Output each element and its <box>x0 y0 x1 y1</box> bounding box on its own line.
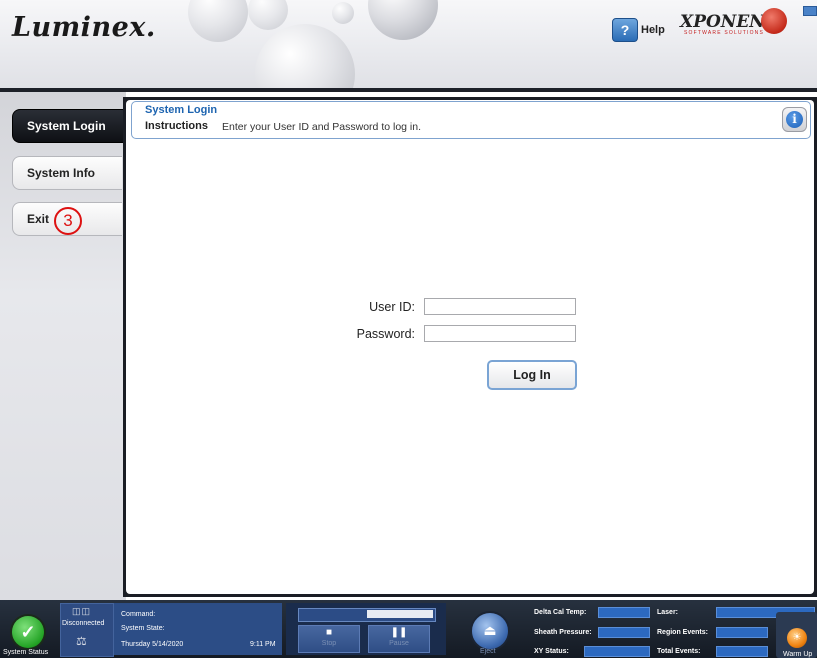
user-id-field[interactable] <box>424 298 576 315</box>
metric-value <box>584 646 650 657</box>
scale-icon: ⚖ <box>76 634 87 648</box>
instructions-text: Enter your User ID and Password to log i… <box>222 121 422 133</box>
instructions-label: Instructions <box>145 120 208 132</box>
pause-button[interactable]: ❚❚ Pause <box>368 625 430 653</box>
decorative-bubble <box>248 0 288 30</box>
decorative-bubble <box>368 0 438 40</box>
nav-system-login[interactable]: System Login <box>12 109 126 143</box>
decorative-bubble <box>255 24 355 92</box>
minimize-button[interactable] <box>803 6 817 16</box>
connection-status-label: Disconnected <box>62 620 105 627</box>
metric-label: Delta Cal Temp: <box>534 609 587 616</box>
pause-icon: ❚❚ <box>390 627 408 638</box>
metric-value <box>598 607 650 618</box>
metric-value <box>598 627 650 638</box>
content-area <box>126 100 814 594</box>
xponent-subtitle: SOFTWARE SOLUTIONS <box>684 30 765 36</box>
help-label[interactable]: Help <box>641 24 665 36</box>
stop-button[interactable]: ■ Stop <box>298 625 360 653</box>
eject-icon[interactable]: ⏏ <box>470 611 510 651</box>
password-field[interactable] <box>424 325 576 342</box>
metric-label: Sheath Pressure: <box>534 629 592 636</box>
xponent-orb-icon <box>761 8 787 34</box>
user-id-label: User ID: <box>369 300 415 314</box>
decorative-bubble <box>188 0 248 42</box>
pause-label: Pause <box>389 640 409 647</box>
nav-system-info[interactable]: System Info <box>12 156 122 190</box>
metric-label: Laser: <box>657 609 679 616</box>
progress-bar-fill <box>367 610 433 618</box>
date-label: Thursday 5/14/2020 <box>121 641 184 648</box>
stop-icon: ■ <box>325 627 333 638</box>
instructions-panel <box>131 101 811 139</box>
warm-up-label: Warm Up <box>783 651 813 658</box>
info-button[interactable]: i <box>782 107 807 132</box>
metric-label: Total Events: <box>657 648 701 655</box>
system-status-label: System Status <box>3 649 49 656</box>
decorative-bubble <box>332 2 354 24</box>
connection-icon: ◫◫ <box>72 606 92 616</box>
command-label: Command: <box>121 611 156 618</box>
page-title: System Login <box>145 104 218 116</box>
time-label: 9:11 PM <box>250 641 276 648</box>
metric-label: Region Events: <box>657 629 708 636</box>
system-status-icon[interactable]: ✓ <box>12 616 44 648</box>
metric-value <box>716 627 768 638</box>
warm-up-icon: ☀ <box>787 628 807 648</box>
info-icon: i <box>786 111 803 128</box>
system-state-label: System State: <box>121 625 165 632</box>
log-in-button[interactable]: Log In <box>487 360 577 390</box>
metric-label: XY Status: <box>534 648 569 655</box>
eject-label: Eject <box>480 648 496 655</box>
metric-value <box>716 646 768 657</box>
annotation-number: 3 <box>54 207 82 235</box>
password-label: Password: <box>356 327 415 341</box>
luminex-logo: Luminex. <box>12 12 156 43</box>
help-icon[interactable]: ? <box>612 18 638 42</box>
stop-label: Stop <box>321 640 337 647</box>
